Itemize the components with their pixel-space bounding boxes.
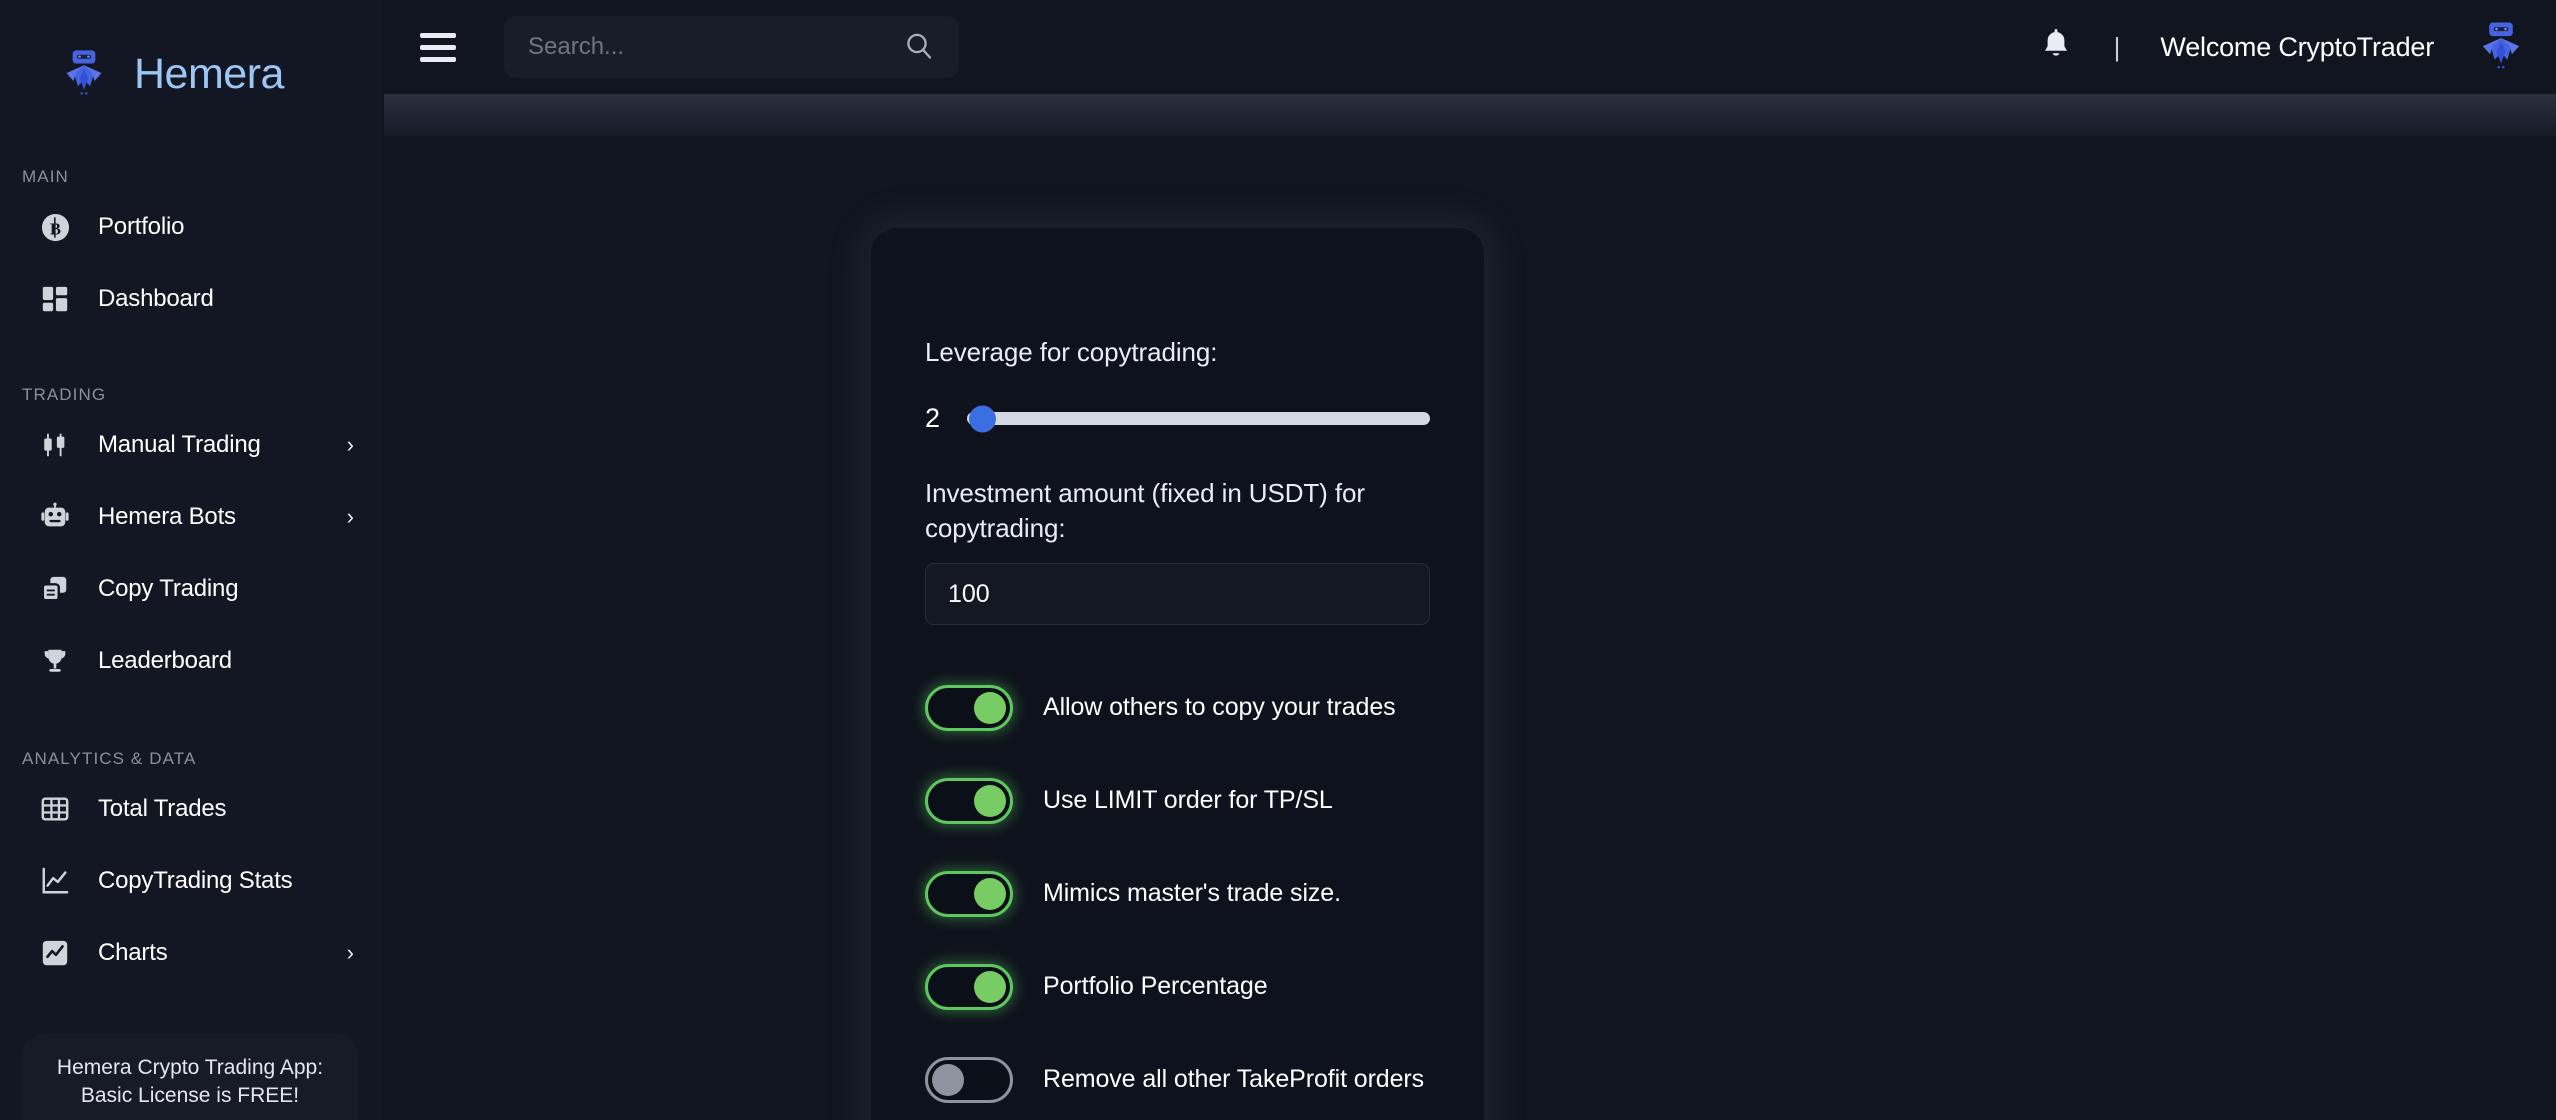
nav-section-label-trading: TRADING bbox=[22, 385, 107, 404]
line-chart-icon bbox=[38, 864, 72, 898]
sidebar-item-charts[interactable]: Charts › bbox=[0, 917, 382, 989]
sidebar-item-label: Charts bbox=[98, 939, 168, 966]
toggle-knob bbox=[974, 970, 1006, 1003]
leverage-value: 2 bbox=[925, 403, 941, 434]
promo-banner[interactable]: Hemera Crypto Trading App: Basic License… bbox=[22, 1034, 358, 1120]
toggle-allow-others-copy[interactable] bbox=[925, 684, 1013, 731]
chevron-right-icon[interactable]: › bbox=[347, 506, 354, 528]
nav-group-main: MAIN B Portfolio bbox=[0, 167, 382, 335]
sidebar-item-label: Total Trades bbox=[98, 795, 227, 822]
bell-icon[interactable] bbox=[2040, 28, 2074, 66]
leverage-slider-thumb[interactable] bbox=[969, 405, 996, 433]
sidebar-item-label: CopyTrading Stats bbox=[98, 867, 293, 894]
sidebar-item-leaderboard[interactable]: Leaderboard bbox=[0, 625, 382, 697]
leverage-slider[interactable] bbox=[967, 405, 1430, 433]
search-box[interactable] bbox=[504, 16, 959, 78]
toggle-knob bbox=[974, 691, 1006, 724]
table-icon bbox=[38, 792, 72, 826]
header-divider: | bbox=[2113, 31, 2121, 62]
toggle-knob bbox=[974, 877, 1006, 910]
toggle-label: Portfolio Percentage bbox=[1043, 972, 1268, 1001]
header-right-cluster: | Welcome CryptoTrader bbox=[2040, 18, 2530, 76]
chevron-right-icon[interactable]: › bbox=[347, 434, 354, 456]
investment-amount-label: Investment amount (fixed in USDT) for co… bbox=[925, 478, 1365, 544]
sidebar-item-label: Manual Trading bbox=[98, 431, 261, 458]
toggle-row-allow-copy: Allow others to copy your trades bbox=[925, 661, 1430, 754]
sidebar-item-copy-trading[interactable]: Copy Trading bbox=[0, 553, 382, 625]
sidebar-item-label: Dashboard bbox=[98, 285, 214, 312]
toggle-list: Allow others to copy your trades Use LIM… bbox=[925, 661, 1430, 1120]
investment-amount-input[interactable] bbox=[925, 563, 1430, 626]
nav-section-label-main: MAIN bbox=[22, 167, 69, 186]
chevron-right-icon[interactable]: › bbox=[347, 942, 354, 964]
nav-section-label-analytics: ANALYTICS & DATA bbox=[22, 749, 197, 768]
toggle-mimics-master-trade-size[interactable] bbox=[925, 870, 1013, 917]
promo-line-2: Basic License is FREE! bbox=[80, 1084, 300, 1107]
trophy-icon bbox=[38, 644, 72, 678]
toggle-row-portfolio-percentage: Portfolio Percentage bbox=[925, 940, 1430, 1033]
content-area: Leverage for copytrading: 2 Investment a… bbox=[382, 136, 2556, 1120]
brand-name: Hemera bbox=[134, 49, 284, 98]
toggle-knob bbox=[932, 1063, 964, 1096]
sidebar: Hemera MAIN B Portfolio bbox=[0, 0, 382, 1120]
copytrading-settings-card: Leverage for copytrading: 2 Investment a… bbox=[871, 228, 1484, 1120]
sidebar-item-portfolio[interactable]: B Portfolio bbox=[0, 191, 382, 263]
top-header: | Welcome CryptoTrader bbox=[382, 0, 2556, 94]
toggle-row-limit-order: Use LIMIT order for TP/SL bbox=[925, 754, 1430, 847]
sidebar-item-label: Portfolio bbox=[98, 213, 185, 240]
toggle-label: Mimics master's trade size. bbox=[1043, 879, 1341, 908]
sidebar-item-label: Copy Trading bbox=[98, 575, 239, 602]
toggle-use-limit-order[interactable] bbox=[925, 777, 1013, 824]
nav-group-analytics: ANALYTICS & DATA Total Trades CopyTradin… bbox=[0, 749, 382, 989]
robot-icon bbox=[38, 500, 72, 534]
sidebar-item-manual-trading[interactable]: Manual Trading › bbox=[0, 409, 382, 481]
toggle-remove-other-takeprofit-orders[interactable] bbox=[925, 1056, 1013, 1103]
search-input[interactable] bbox=[528, 33, 903, 61]
hamburger-icon[interactable] bbox=[420, 30, 462, 64]
toggle-label: Remove all other TakeProfit orders bbox=[1043, 1065, 1425, 1094]
grid-icon bbox=[38, 282, 72, 316]
toggle-label: Allow others to copy your trades bbox=[1043, 693, 1396, 722]
user-avatar-logo-icon[interactable] bbox=[2472, 18, 2530, 76]
nav-group-trading: TRADING Manual Trading › Hemera Bots › C… bbox=[0, 385, 382, 697]
leverage-label: Leverage for copytrading: bbox=[925, 337, 1218, 367]
toggle-label: Use LIMIT order for TP/SL bbox=[1043, 786, 1333, 815]
sidebar-item-label: Leaderboard bbox=[98, 647, 232, 674]
toggle-row-remove-takeprofit: Remove all other TakeProfit orders bbox=[925, 1033, 1430, 1120]
sidebar-item-hemera-bots[interactable]: Hemera Bots › bbox=[0, 481, 382, 553]
candlestick-icon bbox=[38, 428, 72, 462]
search-icon[interactable] bbox=[903, 30, 937, 64]
sidebar-item-label: Hemera Bots bbox=[98, 503, 236, 530]
promo-line-1: Hemera Crypto Trading App: bbox=[56, 1056, 324, 1079]
copy-icon bbox=[38, 572, 72, 606]
sidebar-item-copytrading-stats[interactable]: CopyTrading Stats bbox=[0, 845, 382, 917]
hemera-robot-logo-icon bbox=[56, 46, 112, 102]
bitcoin-icon: B bbox=[38, 210, 72, 244]
header-gradient-band bbox=[384, 94, 2556, 136]
toggle-portfolio-percentage[interactable] bbox=[925, 963, 1013, 1010]
toggle-knob bbox=[974, 784, 1006, 817]
sidebar-item-total-trades[interactable]: Total Trades bbox=[0, 773, 382, 845]
sidebar-item-dashboard[interactable]: Dashboard bbox=[0, 263, 382, 335]
welcome-text: Welcome CryptoTrader bbox=[2160, 31, 2434, 62]
main-region: | Welcome CryptoTrader bbox=[382, 0, 2556, 1120]
leverage-slider-row: 2 bbox=[925, 403, 1430, 434]
app-root: Hemera MAIN B Portfolio bbox=[0, 0, 2556, 1120]
toggle-row-mimics-size: Mimics master's trade size. bbox=[925, 847, 1430, 940]
brand[interactable]: Hemera bbox=[0, 0, 382, 118]
chart-square-icon bbox=[38, 936, 72, 970]
